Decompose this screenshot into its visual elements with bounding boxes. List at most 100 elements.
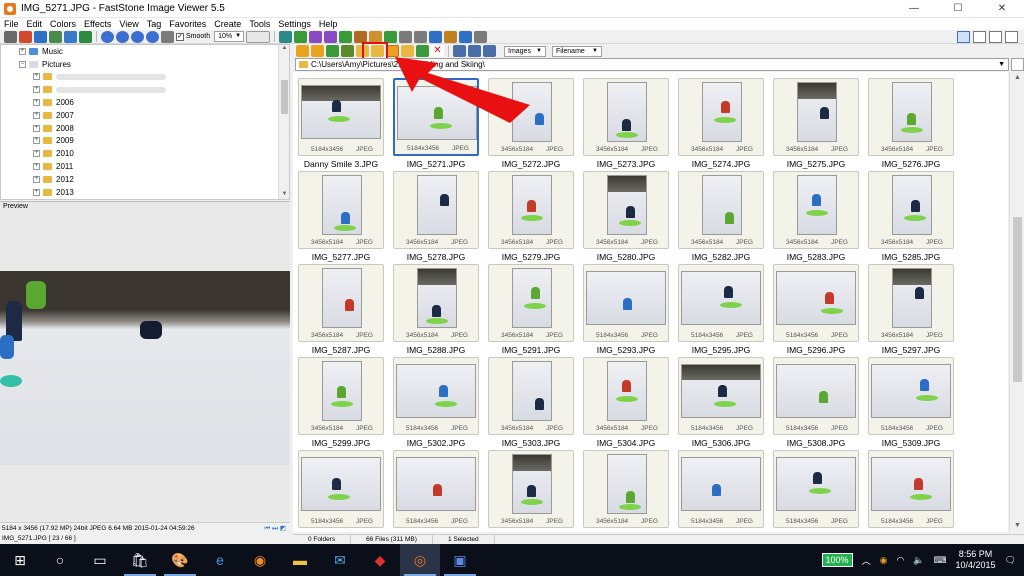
expand-icon[interactable]: + <box>33 86 40 94</box>
wallpaper-icon[interactable] <box>444 30 458 43</box>
thumbnail-card[interactable]: 5184x3456 JPEG <box>678 264 764 342</box>
expand-icon[interactable]: + <box>33 150 40 158</box>
thumbnail-item[interactable]: 3456x5184 JPEG IMG_5303.JPG <box>485 355 577 448</box>
scroll-up-icon[interactable]: ▲ <box>1010 72 1024 84</box>
thumbnail-card[interactable]: 5184x3456 JPEG <box>868 357 954 435</box>
thumbnail-image[interactable] <box>681 457 761 511</box>
prev-icon[interactable] <box>101 30 114 43</box>
thumbnail-image[interactable] <box>776 271 856 325</box>
faststone-taskbar-icon[interactable]: ◎ <box>400 544 440 576</box>
thumbnail-card[interactable]: 3456x5184 JPEG <box>298 171 384 249</box>
scroll-down-icon[interactable]: ▼ <box>279 191 289 199</box>
delete-icon[interactable]: ✕ <box>431 45 444 57</box>
sort-combo[interactable]: Filename ▼ <box>552 45 602 57</box>
zoom-combo[interactable]: 10% ▼ <box>214 31 245 42</box>
thumbnail-item[interactable]: 3456x5184 JPEG IMG_5277.JPG <box>295 169 387 262</box>
menu-effects[interactable]: Effects <box>80 18 115 30</box>
thumbnail-item[interactable]: 3456x5184 JPEG IMG_5285.JPG <box>865 169 957 262</box>
tree-item-2009[interactable]: + 2009 <box>1 135 289 148</box>
thumbnail-image[interactable] <box>892 175 932 235</box>
forward-icon[interactable] <box>311 45 324 57</box>
thumbnail-item[interactable]: 5184x3456 JPEG IMG_5308.JPG <box>770 355 862 448</box>
sharpen-icon[interactable] <box>369 30 383 43</box>
zoom-out-icon[interactable] <box>146 30 159 43</box>
list-view-icon[interactable] <box>468 45 481 57</box>
tree-item-2013[interactable]: + 2013 <box>1 186 289 199</box>
smooth-checkbox[interactable]: ✓ <box>176 32 184 41</box>
save-as-icon[interactable] <box>49 30 62 43</box>
tree-item-music[interactable]: + Music <box>1 45 289 58</box>
layout-full-icon[interactable] <box>1005 30 1018 43</box>
rotate-right-icon[interactable] <box>324 30 338 43</box>
thumbnail-card[interactable]: 5184x3456 JPEG <box>393 357 479 435</box>
thumbnail-card[interactable]: 3456x5184 JPEG <box>393 171 479 249</box>
thumbnail-card[interactable]: 3456x5184 JPEG <box>488 264 574 342</box>
explorer-icon[interactable]: ▬ <box>280 544 320 576</box>
thumbnail-item[interactable]: 5184x3456 JPEG IMG_5271.JPG <box>390 76 482 169</box>
thumbnail-card[interactable]: 3456x5184 JPEG <box>773 171 859 249</box>
menu-colors[interactable]: Colors <box>46 18 80 30</box>
menu-settings[interactable]: Settings <box>274 18 315 30</box>
thumbnail-image[interactable] <box>776 457 856 511</box>
menu-create[interactable]: Create <box>210 18 245 30</box>
expand-icon[interactable]: + <box>19 47 26 55</box>
thumbnail-item[interactable]: 3456x5184 JPEG <box>580 448 672 532</box>
thumbnail-card[interactable]: 3456x5184 JPEG <box>488 357 574 435</box>
thumbnail-item[interactable]: 3456x5184 JPEG IMG_5297.JPG <box>865 262 957 355</box>
thumbnail-item[interactable]: 5184x3456 JPEG <box>295 448 387 532</box>
thumbnail-card[interactable]: 3456x5184 JPEG <box>868 78 954 156</box>
thumbnail-item[interactable]: 5184x3456 JPEG IMG_5293.JPG <box>580 262 672 355</box>
thumbnail-item[interactable]: 3456x5184 JPEG IMG_5283.JPG <box>770 169 862 262</box>
thumbnail-item[interactable]: 3456x5184 JPEG IMG_5274.JPG <box>675 76 767 169</box>
actual-size-icon[interactable] <box>161 30 174 43</box>
thumbnail-card[interactable]: 5184x3456 JPEG <box>298 78 384 156</box>
tree-item-2010[interactable]: + 2010 <box>1 147 289 160</box>
print-icon[interactable] <box>79 30 92 43</box>
thumbnail-item[interactable]: 3456x5184 JPEG IMG_5288.JPG <box>390 262 482 355</box>
layout-thumbs-icon[interactable] <box>973 30 986 43</box>
thumbnail-image[interactable] <box>607 361 647 421</box>
thumbnail-image[interactable] <box>417 175 457 235</box>
expand-icon[interactable]: + <box>33 111 40 119</box>
photos-icon[interactable]: ▣ <box>440 544 480 576</box>
thumbnail-item[interactable]: 3456x5184 JPEG IMG_5278.JPG <box>390 169 482 262</box>
thumbnail-image[interactable] <box>797 175 837 235</box>
back-icon[interactable] <box>296 45 309 57</box>
menu-tag[interactable]: Tag <box>143 18 166 30</box>
thumbnail-card[interactable]: 3456x5184 JPEG <box>583 357 669 435</box>
clock[interactable]: 8:56 PM 10/4/2015 <box>956 549 996 571</box>
menu-tools[interactable]: Tools <box>245 18 274 30</box>
thumbnail-image[interactable] <box>322 361 362 421</box>
acquire-icon[interactable] <box>19 30 32 43</box>
thumbnail-item[interactable]: 5184x3456 JPEG IMG_5309.JPG <box>865 355 957 448</box>
tree-item-2007[interactable]: + 2007 <box>1 109 289 122</box>
compare-icon[interactable] <box>399 30 413 43</box>
thumbnail-item[interactable]: 3456x5184 JPEG IMG_5291.JPG <box>485 262 577 355</box>
scrollbar-thumb[interactable] <box>281 80 288 114</box>
keyboard-icon[interactable]: ⌨ <box>934 555 947 566</box>
thumbnail-item[interactable]: 5184x3456 JPEG IMG_5306.JPG <box>675 355 767 448</box>
move-to-folder-icon[interactable] <box>401 45 414 57</box>
effects-icon[interactable] <box>384 30 398 43</box>
thumbnail-view-icon[interactable] <box>453 45 466 57</box>
thumbnail-item[interactable]: 5184x3456 JPEG <box>770 448 862 532</box>
thumbnail-image[interactable] <box>702 82 742 142</box>
tree-item-2012[interactable]: + 2012 <box>1 173 289 186</box>
edge-icon[interactable]: e <box>200 544 240 576</box>
notifications-icon[interactable]: 🗨 <box>1005 555 1016 566</box>
expand-icon[interactable]: + <box>33 137 40 145</box>
thumbnail-image[interactable] <box>512 82 552 142</box>
details-view-icon[interactable] <box>483 45 496 57</box>
thumbnail-card[interactable]: 5184x3456 JPEG <box>393 450 479 528</box>
collapse-icon[interactable]: − <box>19 60 26 68</box>
menu-edit[interactable]: Edit <box>23 18 47 30</box>
menu-help[interactable]: Help <box>315 18 342 30</box>
preview-nav-icons[interactable]: ⏮ ⏭ ◩ <box>265 523 290 534</box>
close-button[interactable]: ✕ <box>980 0 1024 18</box>
thumbnail-image[interactable] <box>417 268 457 328</box>
thumbnail-image[interactable] <box>397 86 477 140</box>
thumbnail-image[interactable] <box>586 271 666 325</box>
thumbnail-item[interactable]: 3456x5184 JPEG IMG_5272.JPG <box>485 76 577 169</box>
tray-app-icon[interactable]: ◉ <box>880 555 888 566</box>
thumbnail-image[interactable] <box>396 457 476 511</box>
